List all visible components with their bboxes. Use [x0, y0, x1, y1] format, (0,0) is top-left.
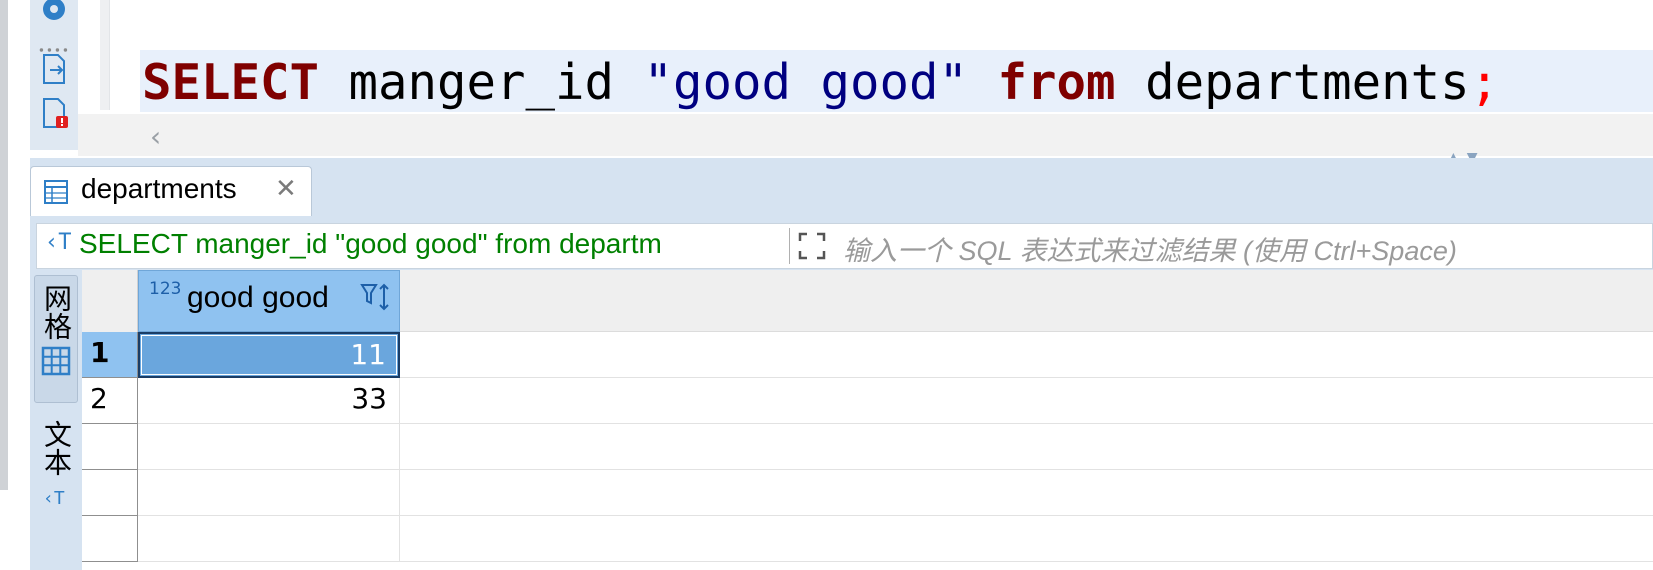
- row-number-empty: [82, 516, 138, 562]
- close-icon[interactable]: ✕: [275, 174, 297, 204]
- tab-departments[interactable]: departments ✕: [30, 166, 312, 216]
- row-number-empty: [82, 424, 138, 470]
- table-cell-empty: [138, 424, 400, 470]
- result-filter-bar: ‹T SELECT manger_id "good good" from dep…: [36, 223, 1653, 269]
- column-header-good-good[interactable]: 123 good good: [138, 270, 400, 332]
- sql-column: manger_id: [319, 54, 644, 111]
- sql-semicolon: ;: [1469, 54, 1500, 111]
- sql-text-icon: ‹T: [45, 230, 72, 255]
- table-row[interactable]: 2 33: [82, 378, 1653, 424]
- row-number[interactable]: 1: [82, 332, 138, 378]
- svg-text:‹T: ‹T: [43, 488, 65, 509]
- filter-sort-icon[interactable]: [359, 281, 393, 315]
- view-tab-text[interactable]: 文本 ‹T: [34, 412, 78, 552]
- tab-label: departments: [81, 173, 237, 204]
- view-tab-grid-label: 网格: [40, 284, 73, 340]
- numeric-type-badge: 123: [149, 279, 182, 299]
- table-icon: [44, 180, 68, 204]
- view-tab-grid[interactable]: 网格: [34, 275, 78, 403]
- sql-code-line[interactable]: SELECT manger_id "good good" from depart…: [142, 52, 1499, 114]
- view-switcher: 网格 文本 ‹T: [30, 270, 82, 570]
- error-file-icon[interactable]: [38, 96, 70, 130]
- sql-keyword-from: from: [968, 54, 1116, 111]
- empty-row: [82, 424, 1653, 470]
- editor-ruler: [100, 0, 110, 110]
- text-view-icon: ‹T: [43, 488, 65, 509]
- expand-icon[interactable]: [797, 231, 827, 261]
- empty-row: [82, 470, 1653, 516]
- divider: [789, 228, 790, 264]
- empty-row: [82, 516, 1653, 562]
- scroll-left-icon[interactable]: ‹: [150, 120, 161, 153]
- table-cell-empty: [138, 470, 400, 516]
- table-cell-empty: [138, 516, 400, 562]
- table-cell[interactable]: 11: [138, 332, 400, 378]
- grid-corner[interactable]: [82, 270, 138, 332]
- grid-icon: [41, 346, 71, 376]
- editor-horizontal-scrollbar[interactable]: ‹: [78, 114, 1653, 156]
- view-tab-text-label: 文本: [40, 420, 73, 476]
- query-text: SELECT manger_id "good good" from depart…: [79, 228, 662, 259]
- export-icon[interactable]: [38, 52, 70, 86]
- table-cell[interactable]: 33: [138, 378, 400, 424]
- sql-editor[interactable]: SELECT manger_id "good good" from depart…: [0, 0, 1653, 166]
- sql-keyword-select: SELECT: [142, 54, 320, 111]
- row-number[interactable]: 2: [82, 378, 138, 424]
- sql-table: departments: [1115, 54, 1470, 111]
- filter-input[interactable]: 输入一个 SQL 表达式来过滤结果 (使用 Ctrl+Space): [843, 229, 1457, 268]
- gear-icon[interactable]: [38, 0, 70, 26]
- column-name: good good: [187, 281, 329, 314]
- sql-alias-string: "good good": [643, 54, 969, 111]
- result-grid: 123 good good 1 11 2 33: [82, 270, 1653, 570]
- app-root: SELECT manger_id "good good" from depart…: [0, 0, 1653, 570]
- table-row[interactable]: 1 11: [82, 332, 1653, 378]
- editor-toolbar: [30, 0, 78, 150]
- row-number-empty: [82, 470, 138, 516]
